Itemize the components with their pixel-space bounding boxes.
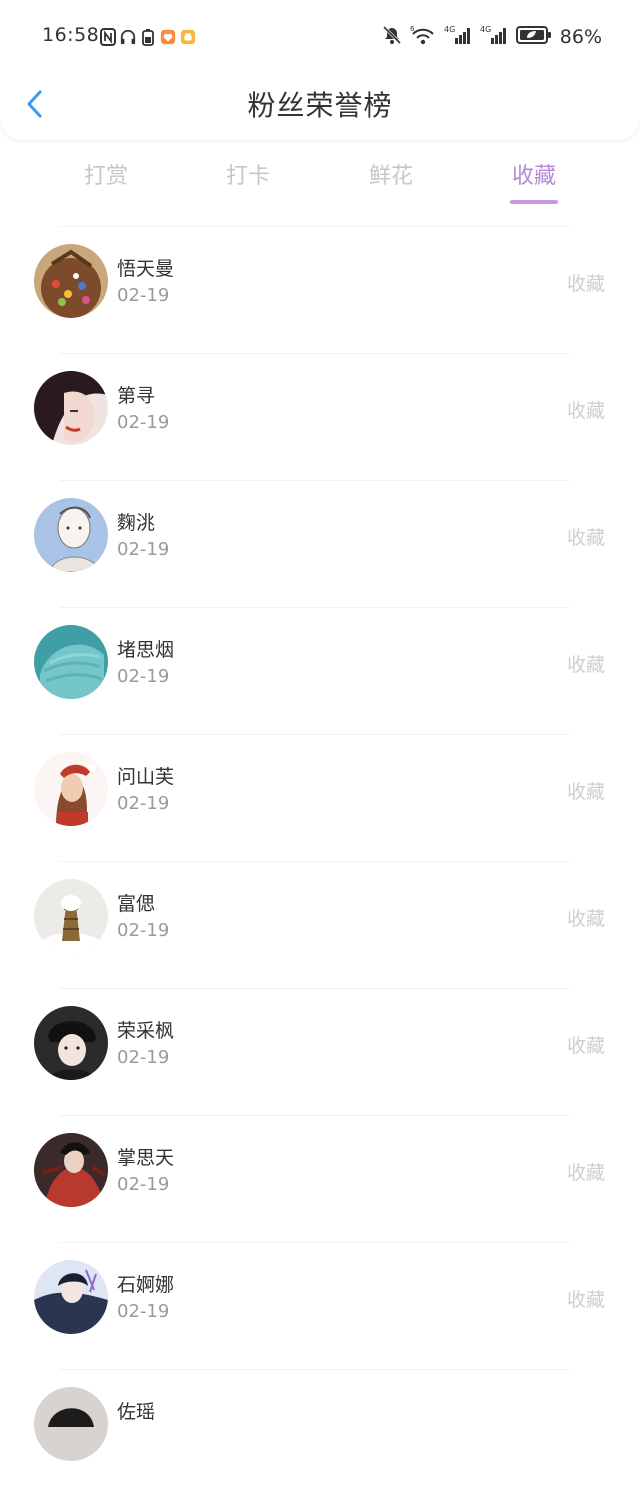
active-tab-indicator	[510, 200, 558, 204]
battery-icon	[515, 25, 552, 49]
fan-name: 掌思天	[117, 1147, 175, 1169]
header-bar: 粉丝荣誉榜	[0, 66, 640, 140]
list-item[interactable]: 第寻 02-19 收藏	[0, 353, 640, 480]
fan-list: 悟天曼 02-19 收藏 第寻 02-19 收藏 麴洮 02-19 收藏 堵思烟…	[0, 226, 640, 1496]
fan-name: 石婀娜	[117, 1274, 175, 1296]
avatar[interactable]	[34, 1260, 108, 1334]
avatar[interactable]	[34, 1133, 108, 1207]
status-bar: 16:58 6 4G 4G 86%	[0, 0, 640, 76]
status-left-icons	[100, 25, 196, 49]
list-item[interactable]: 问山芙 02-19 收藏	[0, 734, 640, 861]
svg-text:4G: 4G	[480, 25, 491, 34]
signal-4g-icon: 4G	[444, 24, 472, 50]
page-title: 粉丝荣誉榜	[247, 89, 393, 122]
list-item[interactable]: 石婀娜 02-19 收藏	[0, 1242, 640, 1369]
fan-name: 问山芙	[117, 766, 175, 788]
action-label: 收藏	[566, 781, 605, 803]
action-label: 收藏	[566, 908, 605, 930]
tab-flowers[interactable]: 鲜花	[331, 158, 451, 190]
avatar[interactable]	[34, 498, 108, 572]
signal-4g-icon-2: 4G	[480, 24, 508, 50]
list-item[interactable]: 麴洮 02-19 收藏	[0, 480, 640, 607]
fan-name: 荣采枫	[117, 1020, 175, 1042]
avatar[interactable]	[34, 752, 108, 826]
status-right-icons: 6 4G 4G 86%	[382, 22, 602, 52]
fan-name: 麴洮	[117, 512, 156, 534]
avatar[interactable]	[34, 879, 108, 953]
fan-date: 02-19	[117, 1301, 170, 1322]
tab-checkin[interactable]: 打卡	[188, 158, 308, 190]
action-label: 收藏	[566, 400, 605, 422]
list-item[interactable]: 富偲 02-19 收藏	[0, 861, 640, 988]
app-heart-icon	[160, 28, 176, 46]
list-item[interactable]: 堵思烟 02-19 收藏	[0, 607, 640, 734]
headphones-icon	[120, 28, 136, 46]
action-label: 收藏	[566, 273, 605, 295]
list-item[interactable]: 悟天曼 02-19 收藏	[0, 226, 640, 353]
fan-date: 02-19	[117, 1047, 170, 1068]
fan-date: 02-19	[117, 285, 170, 306]
fan-date: 02-19	[117, 1174, 170, 1195]
nfc-icon	[100, 28, 116, 46]
action-label: 收藏	[566, 654, 605, 676]
avatar[interactable]	[34, 371, 108, 445]
fan-date: 02-19	[117, 793, 170, 814]
app-pot-icon	[180, 28, 196, 46]
avatar[interactable]	[34, 244, 108, 318]
list-item[interactable]: 荣采枫 02-19 收藏	[0, 988, 640, 1115]
list-item[interactable]: 佐瑶	[0, 1369, 640, 1496]
avatar[interactable]	[34, 1006, 108, 1080]
fan-name: 堵思烟	[117, 639, 175, 661]
fan-name: 佐瑶	[117, 1401, 156, 1423]
action-label: 收藏	[566, 527, 605, 549]
fan-date: 02-19	[117, 412, 170, 433]
fan-date: 02-19	[117, 539, 170, 560]
action-label: 收藏	[566, 1162, 605, 1184]
tab-favorites[interactable]: 收藏	[474, 158, 594, 190]
list-item[interactable]: 掌思天 02-19 收藏	[0, 1115, 640, 1242]
avatar[interactable]	[34, 1387, 108, 1461]
fan-name: 悟天曼	[117, 258, 175, 280]
wifi-icon: 6	[410, 24, 436, 50]
fan-date: 02-19	[117, 920, 170, 941]
svg-text:4G: 4G	[444, 25, 455, 34]
status-time: 16:58	[42, 24, 100, 46]
tab-reward[interactable]: 打赏	[46, 158, 166, 190]
fan-name: 第寻	[117, 385, 156, 407]
battery-percentage: 86%	[559, 26, 602, 48]
mute-bell-icon	[382, 25, 402, 49]
fan-date: 02-19	[117, 666, 170, 687]
battery-saver-icon	[140, 28, 156, 46]
action-label: 收藏	[566, 1035, 605, 1057]
fan-name: 富偲	[117, 893, 156, 915]
action-label: 收藏	[566, 1289, 605, 1311]
avatar[interactable]	[34, 625, 108, 699]
